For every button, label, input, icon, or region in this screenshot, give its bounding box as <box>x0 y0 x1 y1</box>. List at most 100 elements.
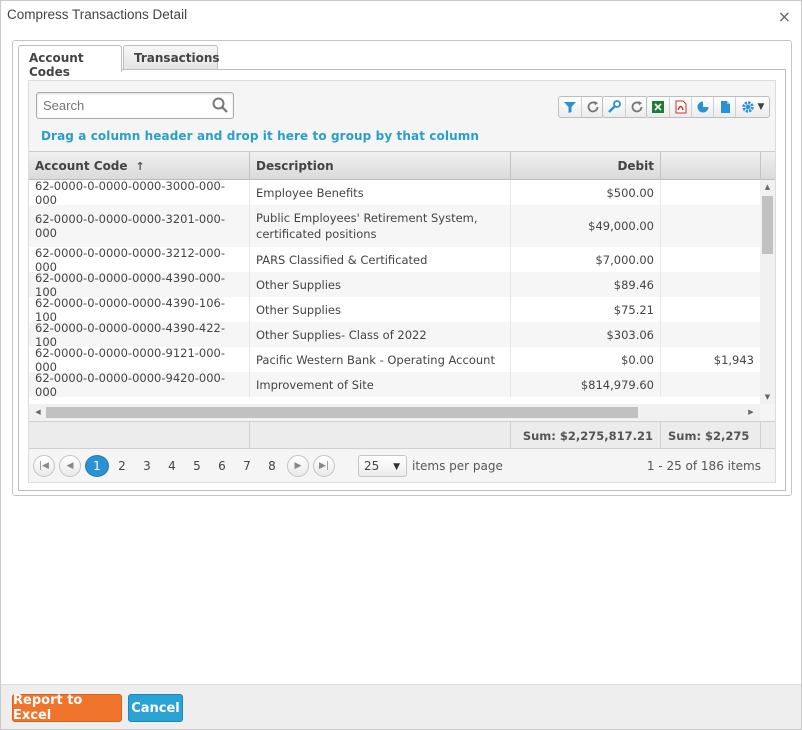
description-cell: Other Supplies <box>250 272 511 297</box>
credit-cell <box>661 247 760 272</box>
close-icon[interactable]: × <box>778 7 791 26</box>
column-header-credit[interactable] <box>661 152 761 180</box>
debit-cell: $0.00 <box>511 347 661 372</box>
footer-cell-account <box>29 422 250 449</box>
search-box <box>36 92 234 119</box>
next-page-icon[interactable]: ▶ <box>287 455 309 477</box>
scroll-right-icon[interactable]: ▶ <box>744 404 758 420</box>
description-cell: Employee Benefits <box>250 180 511 205</box>
refresh-filter-icon[interactable] <box>581 97 603 117</box>
search-icon[interactable] <box>211 96 229 114</box>
grid-body: 62-0000-0-0000-0000-3000-000-000 Employe… <box>29 180 760 404</box>
credit-sum: Sum: $2,275 <box>661 422 761 449</box>
sort-ascending-icon: ↑ <box>135 160 145 173</box>
page-size-select[interactable]: 25 ▼ <box>358 455 407 477</box>
debit-cell: $500.00 <box>511 180 661 205</box>
column-header-description[interactable]: Description <box>250 152 511 180</box>
wrench-icon[interactable] <box>603 97 625 117</box>
table-row[interactable]: 62-0000-0-0000-0000-3212-000-000 PARS Cl… <box>29 246 760 274</box>
page-7-button[interactable]: 7 <box>235 455 259 477</box>
page-8-button[interactable]: 8 <box>260 455 284 477</box>
account-code-cell: 62-0000-0-0000-0000-4390-422-100 <box>29 321 250 349</box>
scroll-left-icon[interactable]: ◀ <box>31 404 45 420</box>
account-code-cell: 62-0000-0-0000-0000-3000-000-000 <box>29 180 250 207</box>
dialog-actions: Report to Excel Cancel <box>1 684 801 729</box>
export-toolbar-group: ▼ <box>646 96 770 118</box>
vertical-scroll-thumb[interactable] <box>762 196 773 254</box>
prev-page-icon[interactable]: ◀ <box>59 455 81 477</box>
debit-cell: $7,000.00 <box>511 247 661 272</box>
credit-cell <box>661 180 760 205</box>
filter-toolbar-group <box>558 96 604 118</box>
page-1-button[interactable]: 1 <box>85 455 109 477</box>
grid-footer: Sum: $2,275,817.21 Sum: $2,275 <box>29 421 775 449</box>
page-2-button[interactable]: 2 <box>110 455 134 477</box>
table-row[interactable]: 62-0000-0-0000-0000-9121-000-000 Pacific… <box>29 346 760 374</box>
dialog-title: Compress Transactions Detail <box>7 7 188 22</box>
pdf-icon[interactable] <box>669 97 691 117</box>
first-page-icon[interactable]: |◀ <box>33 455 55 477</box>
account-code-cell: 62-0000-0-0000-0000-4390-106-100 <box>29 296 250 324</box>
page-6-button[interactable]: 6 <box>210 455 234 477</box>
debit-sum: Sum: $2,275,817.21 <box>511 422 661 449</box>
description-cell: Public Employees' Retirement System, cer… <box>250 205 511 247</box>
column-header-debit[interactable]: Debit <box>511 152 661 180</box>
page-5-button[interactable]: 5 <box>185 455 209 477</box>
tabstrip: Account Codes Transactions Search ▼ Drag… <box>12 40 792 496</box>
account-code-cell: 62-0000-0-0000-0000-9420-000-000 <box>29 371 250 399</box>
gear-icon <box>741 101 754 113</box>
items-per-page-label: items per page <box>412 459 503 473</box>
column-header-account-code[interactable]: Account Code ↑ <box>29 152 250 180</box>
debit-cell: $303.06 <box>511 322 661 347</box>
tab-content: ▼ Drag a column header and drop it here … <box>18 69 786 491</box>
table-row[interactable]: 62-0000-0-0000-0000-9420-000-000 Improve… <box>29 371 760 399</box>
account-code-cell: 62-0000-0-0000-0000-3212-000-000 <box>29 246 250 274</box>
table-row[interactable]: 62-0000-0-0000-0000-4390-000-100 Other S… <box>29 271 760 299</box>
pager-info: 1 - 25 of 186 items <box>646 459 761 473</box>
vertical-scrollbar[interactable]: ▲ ▼ <box>760 180 775 404</box>
scroll-up-icon[interactable]: ▲ <box>760 180 775 194</box>
column-header-label: Account Code <box>35 159 128 173</box>
description-cell: Improvement of Site <box>250 372 511 397</box>
grid-toolbar: ▼ Drag a column header and drop it here … <box>29 81 775 151</box>
gear-menu-button[interactable]: ▼ <box>735 97 769 117</box>
table-row[interactable]: 62-0000-0-0000-0000-4390-422-100 Other S… <box>29 321 760 349</box>
credit-cell: $1,943 <box>661 347 760 372</box>
dropdown-caret-icon: ▼ <box>757 102 765 112</box>
pager: |◀ ◀ 1 2 3 4 5 6 7 8 ▶ ▶| 25 ▼ items per… <box>29 449 775 482</box>
search-input[interactable] <box>38 94 208 117</box>
debit-cell: $89.46 <box>511 272 661 297</box>
chevron-down-icon: ▼ <box>393 462 400 472</box>
excel-icon[interactable] <box>647 97 669 117</box>
tab-transactions[interactable]: Transactions <box>123 45 220 70</box>
report-to-excel-button[interactable]: Report to Excel <box>12 693 122 723</box>
account-code-cell: 62-0000-0-0000-0000-9121-000-000 <box>29 346 250 374</box>
page-3-button[interactable]: 3 <box>135 455 159 477</box>
horizontal-scroll-thumb[interactable] <box>46 407 638 418</box>
refresh-icon[interactable] <box>625 97 647 117</box>
table-row[interactable]: 62-0000-0-0000-0000-3000-000-000 Employe… <box>29 180 760 207</box>
page-size-value: 25 <box>364 459 380 473</box>
dialog-window: Compress Transactions Detail × Account C… <box>0 0 802 730</box>
table-row[interactable]: 62-0000-0-0000-0000-3201-000-000 Public … <box>29 205 760 247</box>
grid-header: Account Code ↑ Description Debit <box>29 151 775 180</box>
account-code-cell: 62-0000-0-0000-0000-3201-000-000 <box>29 205 250 247</box>
settings-toolbar-group <box>602 96 648 118</box>
cancel-button[interactable]: Cancel <box>128 694 183 722</box>
credit-cell <box>661 272 760 297</box>
footer-cell-description <box>250 422 511 449</box>
filter-icon[interactable] <box>559 97 581 117</box>
description-cell: Pacific Western Bank - Operating Account <box>250 347 511 372</box>
tab-account-codes[interactable]: Account Codes <box>18 45 122 79</box>
last-page-icon[interactable]: ▶| <box>313 455 335 477</box>
description-cell: Other Supplies <box>250 297 511 322</box>
description-cell: Other Supplies- Class of 2022 <box>250 322 511 347</box>
debit-cell: $49,000.00 <box>511 205 661 247</box>
chart-icon[interactable] <box>691 97 713 117</box>
table-row[interactable]: 62-0000-0-0000-0000-4390-106-100 Other S… <box>29 296 760 324</box>
scroll-down-icon[interactable]: ▼ <box>760 390 775 404</box>
horizontal-scrollbar[interactable]: ◀ ▶ <box>29 404 760 420</box>
debit-cell: $814,979.60 <box>511 372 661 397</box>
document-icon[interactable] <box>713 97 735 117</box>
page-4-button[interactable]: 4 <box>160 455 184 477</box>
